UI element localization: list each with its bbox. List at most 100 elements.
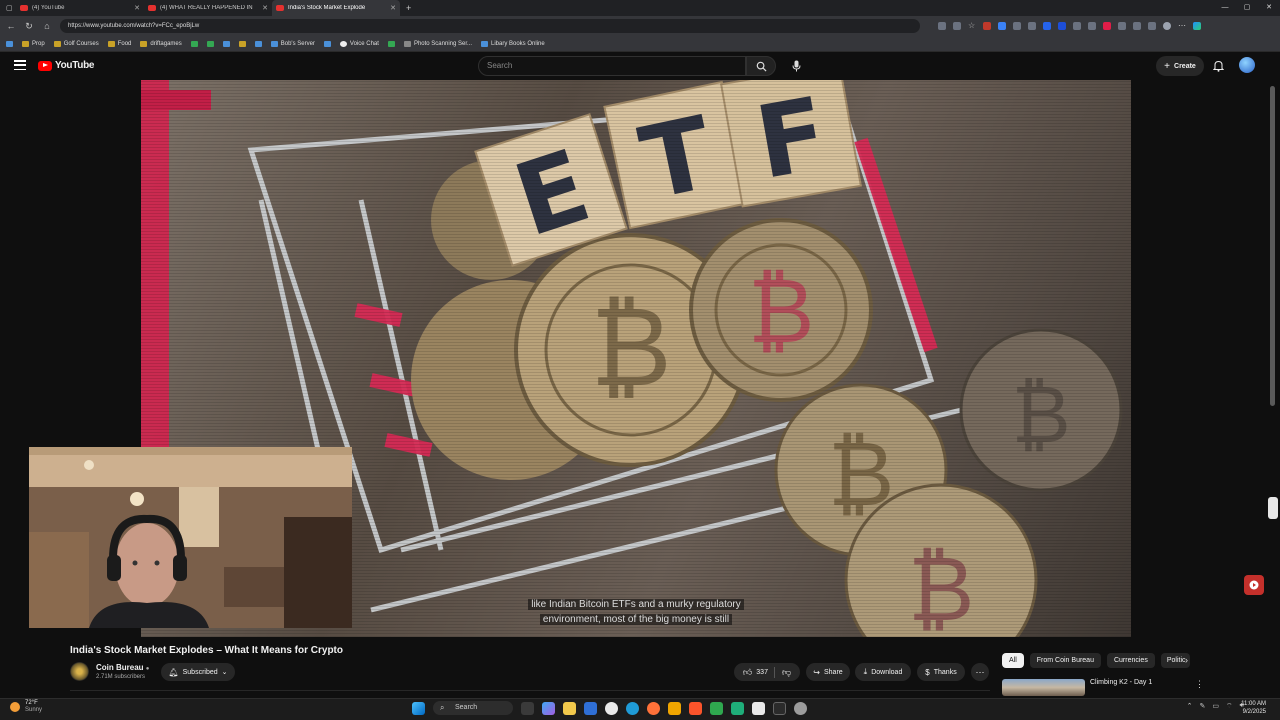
task-view-icon[interactable] [521,701,534,715]
chip-currencies[interactable]: Currencies [1106,653,1155,668]
edge-browser-icon[interactable] [626,701,639,715]
bookmark-icon-only[interactable] [190,40,198,47]
download-button[interactable]: ⤓ Download [855,663,911,681]
subscribe-watermark-icon[interactable] [1244,575,1264,595]
taskbar-search[interactable]: ⌕ Search [433,701,513,715]
recommended-video-thumbnail[interactable] [1002,679,1085,696]
scrollbar-thumb[interactable] [1270,86,1275,406]
close-tab-icon[interactable]: ✕ [262,4,268,12]
bookmark-icon-only[interactable] [323,40,331,47]
app-icon[interactable] [794,701,807,715]
puzzle-extensions-icon[interactable] [1148,22,1156,30]
terminal-icon[interactable] [773,701,786,715]
extension-icon[interactable] [953,22,961,30]
bookmark-voice-chat[interactable]: Voice Chat [339,40,379,47]
tab-youtube[interactable]: (4) YouTube ✕ [16,0,144,16]
close-tab-icon[interactable]: ✕ [134,4,140,12]
bookmark-bobs-server[interactable]: Bob's Server [270,40,315,47]
bookmark-photo-scanning[interactable]: Photo Scanning Ser... [403,40,472,47]
search-input[interactable]: Search [478,56,746,76]
bookmark-sidebar-icon[interactable] [6,40,13,47]
bookmark-icon-only[interactable] [238,40,246,47]
notepad-icon[interactable] [752,701,765,715]
pen-icon[interactable]: ✎ [1199,702,1205,711]
bookmark-prop[interactable]: Prop [22,40,45,47]
channel-avatar[interactable] [70,662,89,681]
extension-icon[interactable] [998,22,1006,30]
copilot-icon[interactable] [1193,22,1201,30]
bookmark-icon-only[interactable] [387,40,395,47]
settings-app-icon[interactable] [605,701,618,715]
side-panel-toggle-icon[interactable] [1268,497,1278,519]
brave-browser-icon[interactable] [689,701,702,715]
extension-icon[interactable] [1088,22,1096,30]
maximize-icon[interactable]: ▢ [1236,0,1258,16]
minimize-icon[interactable]: — [1214,0,1236,16]
close-tab-icon[interactable]: ✕ [390,4,396,12]
youtube-logo[interactable]: YouTube [38,60,95,71]
bookmark-library-books[interactable]: Libary Books Online [481,40,545,47]
share-button[interactable]: ↪ Share [806,663,850,681]
extension-icon[interactable] [1058,22,1066,30]
firefox-icon[interactable] [647,701,660,715]
thanks-button[interactable]: $ Thanks [917,663,965,681]
bookmark-star-icon[interactable]: ☆ [968,22,976,30]
tab-active-video[interactable]: India's Stock Market Explode ✕ [272,0,400,16]
extension-icon[interactable] [1073,22,1081,30]
notifications-button[interactable] [1210,58,1226,74]
bookmark-golf-courses[interactable]: Golf Courses [53,40,99,47]
extension-icon[interactable] [1028,22,1036,30]
tab-actions-icon[interactable]: ▢ [6,4,16,12]
recommended-video-title[interactable]: Climbing K2 - Day 1 [1090,679,1152,686]
account-avatar[interactable] [1239,57,1255,73]
search-icon: ⌕ [440,703,445,712]
bookmark-icon-only[interactable] [254,40,262,47]
bookmark-food[interactable]: Food [107,40,131,47]
extension-icon[interactable] [1133,22,1141,30]
xbox-icon[interactable] [710,701,723,715]
channel-name[interactable]: Coin Bureau ● [96,663,149,672]
bookmark-icon-only[interactable] [222,40,230,47]
chevron-up-icon[interactable]: ⌃ [1187,702,1193,711]
close-window-icon[interactable]: ✕ [1258,0,1280,16]
store-icon[interactable] [584,701,597,715]
copilot-app-icon[interactable] [542,701,555,715]
hamburger-menu-icon[interactable] [14,60,26,70]
dislike-button[interactable]: 👎︎ [779,667,791,678]
tab-what-really-happened[interactable]: (4) WHAT REALLY HAPPENED IN ✕ [144,0,272,16]
display-icon[interactable]: ▭ [1212,702,1219,711]
extension-icon[interactable] [1118,22,1126,30]
vpn-app-icon[interactable] [731,701,744,715]
extension-icon[interactable] [983,22,991,30]
browser-menu-icon[interactable]: ⋯ [1178,22,1186,30]
profile-icon[interactable] [1163,22,1171,30]
new-tab-icon[interactable]: + [406,3,411,13]
chip-all[interactable]: All [1002,653,1024,668]
url-field[interactable]: https://www.youtube.com/watch?v=FCc_epoB… [60,19,920,33]
bookmark-icon-only[interactable] [206,40,214,47]
tab-title: (4) YouTube [32,5,65,11]
back-icon[interactable]: ← [6,21,16,31]
search-button[interactable] [746,56,776,76]
weather-widget[interactable]: 72°F Sunny [10,700,42,714]
chevron-right-icon[interactable]: › [1185,655,1188,665]
like-button[interactable]: 👍︎ 337 [743,666,775,678]
windows-start-icon[interactable] [412,701,425,715]
chip-from-channel[interactable]: From Coin Bureau [1029,653,1101,668]
taskbar-clock[interactable]: 11:00 AM 9/2/2025 [1241,700,1266,716]
extension-icon[interactable] [1043,22,1051,30]
more-vertical-icon[interactable]: ⋮ [1195,679,1204,690]
subscribed-button[interactable]: 🔔︎ Subscribed ⌄ [161,663,235,681]
voice-search-button[interactable] [786,56,806,76]
home-icon[interactable]: ⌂ [42,21,52,31]
extension-icon[interactable] [938,22,946,30]
extension-icon[interactable] [1103,22,1111,30]
plex-icon[interactable] [668,701,681,715]
file-explorer-icon[interactable] [563,701,576,715]
create-button[interactable]: + Create [1156,56,1204,76]
extension-icon[interactable] [1013,22,1021,30]
bookmark-driftagames[interactable]: driftagames [140,40,182,47]
reload-icon[interactable]: ↻ [24,21,34,32]
network-icon[interactable]: ⌔ [1226,702,1233,711]
more-actions-button[interactable]: ⋯ [971,663,989,681]
